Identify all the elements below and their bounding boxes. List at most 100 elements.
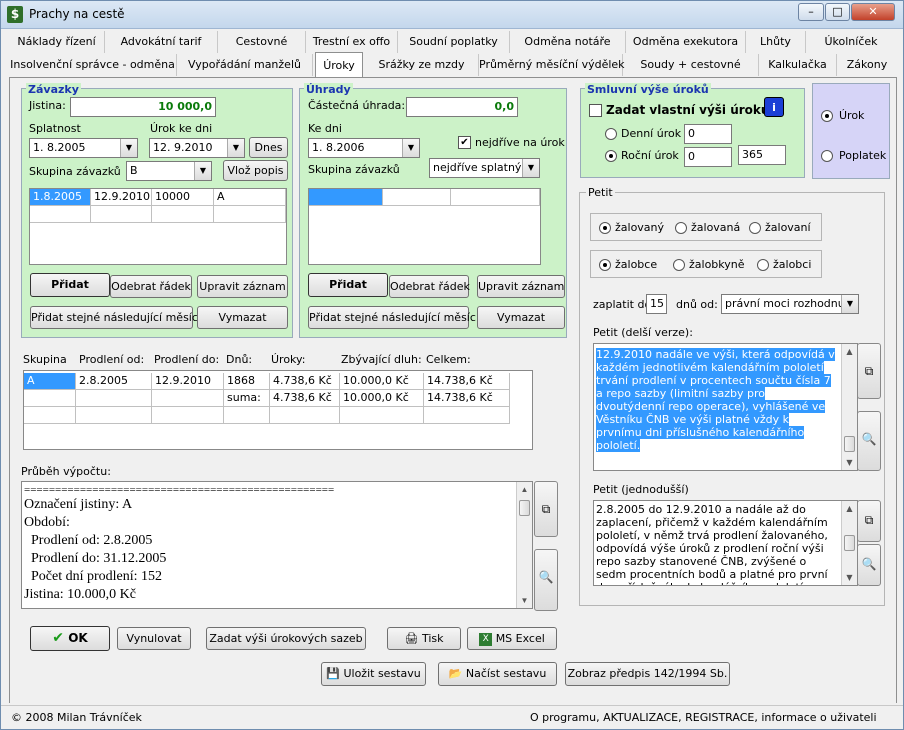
result-cell-dnu[interactable]: 1868 [224, 373, 270, 390]
uhrady-vymazat-button[interactable]: Vymazat [477, 306, 565, 329]
urok-ke-dni-date-picker[interactable]: 12. 9.2010 ▼ [149, 138, 245, 158]
chevron-down-icon[interactable]: ▼ [841, 295, 858, 313]
prubeh-scrollbar[interactable]: ▲ ▼ [516, 482, 532, 608]
scroll-up-icon[interactable]: ▲ [517, 482, 532, 497]
scroll-thumb[interactable] [844, 535, 855, 551]
result-cell-empty[interactable] [340, 407, 424, 424]
ke-dni-date-picker[interactable]: 1. 8.2006 ▼ [308, 138, 420, 158]
result-cell-uroky[interactable]: 4.738,6 Kč [270, 373, 340, 390]
tab-naklady-rizeni[interactable]: Náklady řízení [9, 31, 105, 53]
zalovana-radio[interactable] [675, 222, 687, 234]
sum-cell-skupina[interactable] [24, 390, 76, 407]
scroll-down-icon[interactable]: ▼ [517, 593, 532, 608]
zavazky-cell-empty[interactable] [214, 206, 286, 223]
zavazky-pridat-button[interactable]: Přidat [30, 273, 110, 297]
result-cell-empty[interactable] [24, 407, 76, 424]
tab-ukolnicek[interactable]: Úkolníček [806, 31, 896, 53]
tab-srazky-ze-mzdy[interactable]: Srážky ze mzdy [365, 54, 479, 76]
tab-trestni-ex-offo[interactable]: Trestní ex offo [306, 31, 398, 53]
petit-jednodussi-copy-button[interactable]: ⧉ [857, 500, 881, 542]
prubeh-text[interactable]: ========================================… [21, 481, 533, 609]
ulozit-sestavu-button[interactable]: 💾 Uložit sestavu [321, 662, 426, 686]
result-cell-skupina[interactable]: A [24, 373, 76, 390]
scroll-down-icon[interactable]: ▼ [842, 570, 857, 585]
zavazky-pridat-stejne-button[interactable]: Přidat stejné následující měsíc [30, 306, 198, 329]
zavazky-cell-empty[interactable] [30, 206, 91, 223]
tab-soudni-poplatky[interactable]: Soudní poplatky [398, 31, 510, 53]
zavazky-cell-amount[interactable]: 10000 [152, 189, 214, 206]
sum-cell-od[interactable] [76, 390, 152, 407]
sum-cell-dluh[interactable]: 10.000,0 Kč [340, 390, 424, 407]
splatnost-date-picker[interactable]: 1. 8.2005 ▼ [29, 138, 138, 158]
zavazky-cell-empty[interactable] [91, 206, 152, 223]
uhrady-grid[interactable] [308, 188, 541, 265]
tab-advokatni-tarif[interactable]: Advokátní tarif [105, 31, 218, 53]
uhrady-cell[interactable] [309, 189, 383, 206]
denni-urok-input[interactable]: 0 [684, 124, 732, 144]
result-cell-empty[interactable] [152, 407, 224, 424]
uhrady-cell[interactable] [383, 189, 451, 206]
zavazky-upravit-button[interactable]: Upravit záznam [197, 275, 288, 298]
rocni-urok-input[interactable]: 0 [684, 147, 732, 167]
skupina-combo[interactable]: B ▼ [126, 161, 212, 181]
zobraz-predpis-button[interactable]: Zobraz předpis 142/1994 Sb. [565, 662, 730, 686]
ok-button[interactable]: ✔ OK [30, 626, 110, 651]
urok-mode-radio[interactable] [821, 110, 833, 122]
zalovani-radio[interactable] [749, 222, 761, 234]
zalobci-radio[interactable] [757, 259, 769, 271]
minimize-button[interactable]: – [798, 3, 824, 21]
dnu-od-combo[interactable]: právní moci rozhodnutí ▼ [721, 294, 859, 314]
zaplatit-do-input[interactable]: 15 [646, 294, 667, 314]
sum-cell-uroky[interactable]: 4.738,6 Kč [270, 390, 340, 407]
tab-uroky[interactable]: Úroky [315, 52, 363, 77]
tab-insolvencni-spravce[interactable]: Insolvenční správce - odměna [9, 54, 177, 76]
scroll-thumb[interactable] [844, 436, 855, 452]
zalovany-radio[interactable] [599, 222, 611, 234]
ms-excel-button[interactable]: X MS Excel [467, 627, 557, 650]
zavazky-cell-group[interactable]: A [214, 189, 286, 206]
uhrady-upravit-button[interactable]: Upravit záznam [477, 275, 565, 298]
tab-zakony[interactable]: Zákony [837, 54, 897, 76]
scroll-up-icon[interactable]: ▲ [842, 501, 857, 516]
uhrady-cell[interactable] [451, 189, 540, 206]
tab-odmena-exekutora[interactable]: Odměna exekutora [626, 31, 746, 53]
uhrady-order-combo[interactable]: nejdříve splatný ▼ [429, 158, 540, 178]
tisk-button[interactable]: 🖨 Tisk [387, 627, 461, 650]
sum-cell-do[interactable] [152, 390, 224, 407]
prubeh-preview-button[interactable]: 🔍 [534, 549, 558, 611]
tab-soudy-cestovne[interactable]: Soudy + cestovné [623, 54, 759, 76]
zavazky-cell-date-from[interactable]: 1.8.2005 [30, 189, 91, 206]
result-cell-empty[interactable] [76, 407, 152, 424]
rocni-urok-radio[interactable] [605, 150, 617, 162]
result-cell-empty[interactable] [224, 407, 270, 424]
jistina-input[interactable]: 10 000,0 [70, 97, 216, 117]
chevron-down-icon[interactable]: ▼ [194, 162, 211, 180]
zavazky-cell-date-to[interactable]: 12.9.2010 [91, 189, 152, 206]
prubeh-copy-button[interactable]: ⧉ [534, 481, 558, 537]
scroll-up-icon[interactable]: ▲ [842, 344, 857, 359]
chevron-down-icon[interactable]: ▼ [227, 139, 244, 157]
chevron-down-icon[interactable]: ▼ [522, 159, 539, 177]
chevron-down-icon[interactable]: ▼ [120, 139, 137, 157]
zalobce-radio[interactable] [599, 259, 611, 271]
result-cell-empty[interactable] [270, 407, 340, 424]
dnes-button[interactable]: Dnes [249, 137, 288, 158]
scroll-down-icon[interactable]: ▼ [842, 455, 857, 470]
result-grid[interactable]: A 2.8.2005 12.9.2010 1868 4.738,6 Kč 10.… [23, 370, 533, 450]
result-cell-od[interactable]: 2.8.2005 [76, 373, 152, 390]
chevron-down-icon[interactable]: ▼ [402, 139, 419, 157]
zadat-vlastni-checkbox[interactable] [589, 104, 602, 117]
result-cell-empty[interactable] [424, 407, 510, 424]
tab-prumerny-mesicni-vydelek[interactable]: Průměrný měsíční výdělek [479, 54, 625, 76]
tab-lhuty[interactable]: Lhůty [746, 31, 806, 53]
result-cell-celkem[interactable]: 14.738,6 Kč [424, 373, 510, 390]
sum-cell-celkem[interactable]: 14.738,6 Kč [424, 390, 510, 407]
close-button[interactable]: ✕ [851, 3, 895, 21]
zavazky-cell-empty[interactable] [152, 206, 214, 223]
zavazky-odebrat-button[interactable]: Odebrat řádek [110, 275, 192, 298]
tab-odmena-notare[interactable]: Odměna notáře [510, 31, 626, 53]
info-links[interactable]: O programu, AKTUALIZACE, REGISTRACE, inf… [530, 711, 877, 724]
vloz-popis-button[interactable]: Vlož popis [223, 160, 288, 181]
petit-delsi-copy-button[interactable]: ⧉ [857, 343, 881, 399]
petit-jednodussi-text[interactable]: 2.8.2005 do 12.9.2010 a nadále až do zap… [593, 500, 858, 586]
